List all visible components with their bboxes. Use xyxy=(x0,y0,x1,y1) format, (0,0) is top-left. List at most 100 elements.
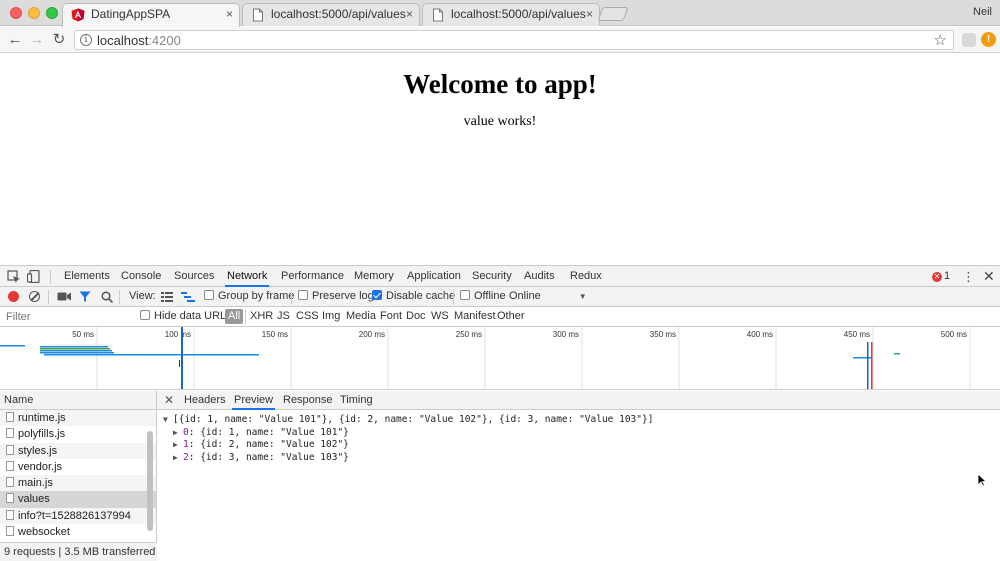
tab-api-values-2[interactable]: localhost:5000/api/values × xyxy=(422,3,600,26)
forward-arrow-icon[interactable]: → xyxy=(28,31,46,49)
devtools-tab-bar: Elements Console Sources Network Perform… xyxy=(0,265,1000,287)
screenshot-camera-icon[interactable] xyxy=(57,291,72,302)
devtools-tab-security[interactable]: Security xyxy=(470,266,514,287)
browser-toolbar: ← → ↻ i localhost:4200 ☆ ! xyxy=(0,27,1000,53)
filter-funnel-icon[interactable] xyxy=(79,291,91,303)
tab-close-icon[interactable]: × xyxy=(226,4,233,25)
tab-datingappspa[interactable]: DatingAppSPA × xyxy=(62,3,240,27)
request-row[interactable]: polyfills.js xyxy=(0,426,156,442)
devtools-tab-console[interactable]: Console xyxy=(119,266,163,287)
close-detail-icon[interactable]: ✕ xyxy=(164,393,174,407)
filter-type-media[interactable]: Media xyxy=(343,309,379,324)
devtools-tab-performance[interactable]: Performance xyxy=(279,266,346,287)
tab-api-values-1[interactable]: localhost:5000/api/values × xyxy=(242,3,420,26)
alert-extension-icon[interactable]: ! xyxy=(981,32,996,47)
detail-tab-timing[interactable]: Timing xyxy=(338,391,375,410)
request-row-selected[interactable]: values xyxy=(0,491,156,508)
close-devtools-icon[interactable]: ✕ xyxy=(983,268,995,285)
devtools-tab-application[interactable]: Application xyxy=(405,266,463,287)
offline-checkbox[interactable]: Offline xyxy=(460,290,506,302)
tab-strip: DatingAppSPA × localhost:5000/api/values… xyxy=(0,0,1000,27)
dom-content-loaded-marker xyxy=(867,342,869,389)
detail-tab-response[interactable]: Response xyxy=(281,391,335,410)
devtools-tab-sources[interactable]: Sources xyxy=(172,266,216,287)
detail-tab-bar: ✕ Headers Preview Response Timing xyxy=(157,391,1000,410)
request-row[interactable]: styles.js xyxy=(0,442,156,459)
url-text[interactable]: localhost:4200 xyxy=(97,33,181,48)
divider xyxy=(291,290,292,304)
requests-scrollbar[interactable] xyxy=(147,431,153,531)
file-icon xyxy=(6,509,14,520)
filter-type-img[interactable]: Img xyxy=(319,309,343,324)
request-detail-pane: ✕ Headers Preview Response Timing ▼ [{id:… xyxy=(157,391,1000,561)
hide-data-urls-checkbox[interactable]: Hide data URLs xyxy=(140,310,232,322)
request-row[interactable]: runtime.js xyxy=(0,410,156,427)
json-item-row[interactable]: ▶ 1: {id: 2, name: "Value 102"} xyxy=(163,439,1000,452)
filter-type-all[interactable]: All xyxy=(225,309,244,324)
request-row[interactable]: main.js xyxy=(0,475,156,492)
large-rows-icon[interactable] xyxy=(161,292,173,302)
tab-close-icon[interactable]: × xyxy=(406,4,413,25)
clear-icon[interactable] xyxy=(29,291,40,302)
divider xyxy=(48,290,49,304)
info-icon[interactable]: i xyxy=(80,34,92,46)
disable-cache-checkbox[interactable]: Disable cache xyxy=(372,290,455,302)
minimize-window-button[interactable] xyxy=(28,7,40,19)
detail-tab-headers[interactable]: Headers xyxy=(182,391,228,410)
request-row[interactable]: websocket xyxy=(0,524,156,540)
zoom-window-button[interactable] xyxy=(46,7,58,19)
request-row[interactable]: info?t=1528826137994 xyxy=(0,507,156,525)
page-heading: Welcome to app! xyxy=(403,69,597,99)
filter-type-doc[interactable]: Doc xyxy=(403,309,429,324)
record-icon[interactable] xyxy=(8,291,19,302)
inspect-element-icon[interactable] xyxy=(7,270,21,283)
waterfall-icon[interactable] xyxy=(181,292,195,302)
filter-type-manifest[interactable]: Manifest xyxy=(451,309,499,324)
preserve-log-checkbox[interactable]: Preserve log xyxy=(298,290,374,302)
name-column-header[interactable]: Name xyxy=(0,391,156,410)
request-row[interactable]: vendor.js xyxy=(0,459,156,475)
throttling-select[interactable]: Online ▼ xyxy=(509,290,587,302)
file-icon xyxy=(6,477,14,488)
bookmark-star-icon[interactable]: ☆ xyxy=(934,31,947,49)
filter-type-other[interactable]: Other xyxy=(494,309,528,324)
filter-type-css[interactable]: CSS xyxy=(293,309,322,324)
filter-type-js[interactable]: JS xyxy=(274,309,293,324)
filter-type-ws[interactable]: WS xyxy=(428,309,452,324)
new-tab-button[interactable] xyxy=(597,7,629,21)
more-options-icon[interactable]: ⋮ xyxy=(962,269,975,285)
devtools-tab-audits[interactable]: Audits xyxy=(522,266,557,287)
collapsed-triangle-icon[interactable]: ▶ xyxy=(173,439,183,452)
profile-name[interactable]: Neil xyxy=(973,6,992,18)
address-bar[interactable]: i localhost:4200 ☆ xyxy=(74,30,954,50)
file-icon xyxy=(6,412,14,422)
timeline-overview[interactable]: 50 ms 100 ms 150 ms 200 ms 250 ms 300 ms 350 m… xyxy=(0,327,1000,390)
devtools-tab-redux[interactable]: Redux xyxy=(568,266,604,287)
json-item-row[interactable]: ▶ 2: {id: 3, name: "Value 103"} xyxy=(163,452,1000,465)
mouse-pointer-icon xyxy=(977,473,987,487)
extension-icon[interactable] xyxy=(962,33,976,47)
tab-close-icon[interactable]: × xyxy=(586,4,593,25)
search-icon[interactable] xyxy=(101,291,113,303)
load-event-marker xyxy=(871,342,873,389)
collapsed-triangle-icon[interactable]: ▶ xyxy=(173,427,183,440)
filter-type-xhr[interactable]: XHR xyxy=(247,309,276,324)
devtools-tab-network[interactable]: Network xyxy=(225,266,270,287)
timeline-bar xyxy=(894,353,900,355)
back-arrow-icon[interactable]: ← xyxy=(6,31,24,49)
error-count-badge[interactable]: ✕ 1 xyxy=(932,270,950,282)
timeline-chart[interactable]: 50 ms 100 ms 150 ms 200 ms 250 ms 300 ms 350 m… xyxy=(0,327,1000,390)
devtools-tab-memory[interactable]: Memory xyxy=(352,266,396,287)
json-root-row[interactable]: ▼ [{id: 1, name: "Value 101"}, {id: 2, na… xyxy=(163,414,1000,427)
group-by-frame-checkbox[interactable]: Group by frame xyxy=(204,290,294,302)
close-window-button[interactable] xyxy=(10,7,22,19)
devtools-tab-elements[interactable]: Elements xyxy=(62,266,112,287)
filter-type-font[interactable]: Font xyxy=(377,309,405,324)
collapsed-triangle-icon[interactable]: ▶ xyxy=(173,452,183,465)
reload-icon[interactable]: ↻ xyxy=(50,31,68,49)
json-item-row[interactable]: ▶ 0: {id: 1, name: "Value 101"} xyxy=(163,427,1000,440)
expanded-triangle-icon[interactable]: ▼ xyxy=(163,414,173,427)
detail-tab-preview[interactable]: Preview xyxy=(232,391,276,410)
filter-input[interactable] xyxy=(2,309,130,325)
device-toolbar-icon[interactable] xyxy=(27,270,41,283)
